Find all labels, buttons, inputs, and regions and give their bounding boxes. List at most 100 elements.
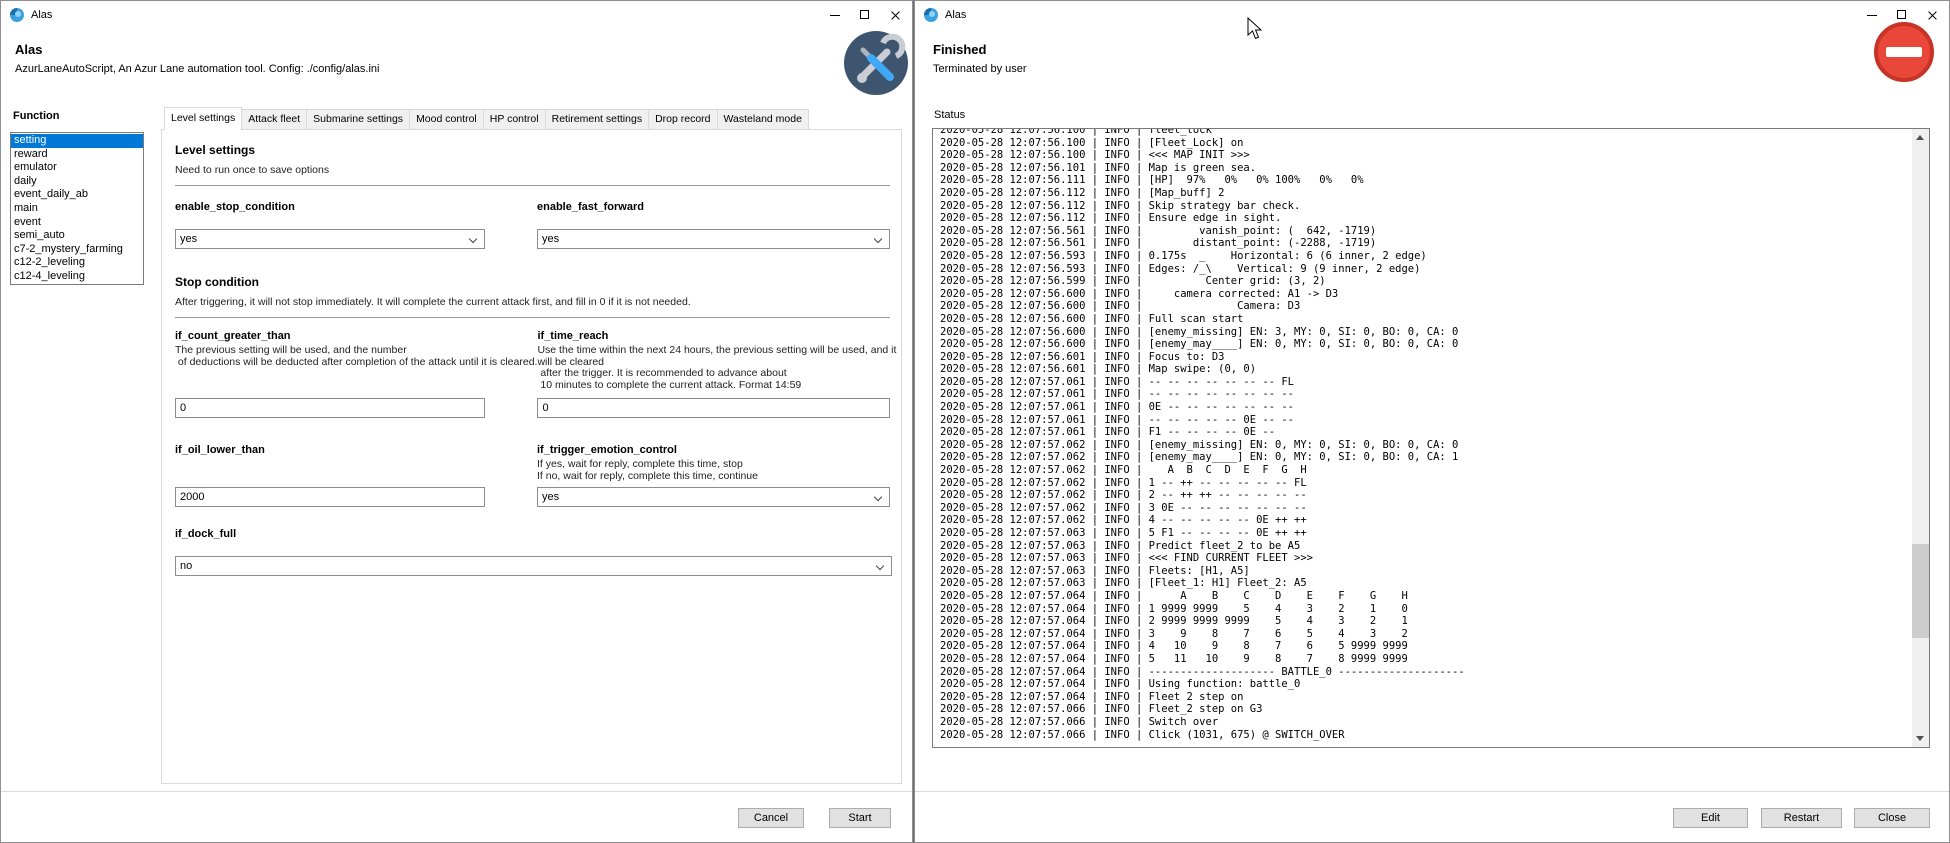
tab[interactable]: Mood control xyxy=(409,109,484,130)
log-box: 2020-05-28 12:07:56.100 | INFO | fleet_l… xyxy=(932,128,1930,748)
function-list-item[interactable]: semi_auto xyxy=(11,229,143,243)
log-line: 2020-05-28 12:07:57.061 | INFO | 0E -- -… xyxy=(940,401,1465,414)
field-label-if-dock-full: if_dock_full xyxy=(175,528,890,540)
log-line: 2020-05-28 12:07:56.100 | INFO | <<< MAP… xyxy=(940,149,1465,162)
log-line: 2020-05-28 12:07:56.100 | INFO | [Fleet_… xyxy=(940,137,1465,150)
start-button[interactable]: Start xyxy=(829,808,891,828)
close-button[interactable] xyxy=(880,1,910,29)
tab[interactable]: Submarine settings xyxy=(306,109,410,130)
log-line: 2020-05-28 12:07:57.066 | INFO | Fleet_2… xyxy=(940,703,1465,716)
cancel-button[interactable]: Cancel xyxy=(738,808,804,828)
log-line: 2020-05-28 12:07:57.061 | INFO | -- -- -… xyxy=(940,376,1465,389)
status-label: Status xyxy=(934,109,965,121)
log-line: 2020-05-28 12:07:57.064 | INFO | A B C D… xyxy=(940,590,1465,603)
titlebar[interactable]: Alas xyxy=(1,1,912,29)
divider xyxy=(175,185,890,186)
enable-stop-condition-select[interactable]: yes xyxy=(175,229,485,249)
field-desc: The previous setting will be used, and t… xyxy=(175,345,537,368)
scrollbar-thumb[interactable] xyxy=(1912,544,1929,638)
tab[interactable]: Wasteland mode xyxy=(717,109,809,130)
log-line: 2020-05-28 12:07:57.064 | INFO | 2 9999 … xyxy=(940,615,1465,628)
log-line: 2020-05-28 12:07:57.063 | INFO | [Fleet_… xyxy=(940,577,1465,590)
function-list-item[interactable]: main xyxy=(11,202,143,216)
window-title: Alas xyxy=(945,9,966,21)
minimize-button[interactable] xyxy=(820,1,850,29)
alas-logo-icon xyxy=(924,8,938,22)
log-line: 2020-05-28 12:07:56.112 | INFO | Ensure … xyxy=(940,212,1465,225)
tab[interactable]: Attack fleet xyxy=(241,109,307,130)
log-line: 2020-05-28 12:07:56.599 | INFO | Center … xyxy=(940,275,1465,288)
log-scrollbar[interactable] xyxy=(1912,129,1929,747)
function-list-item[interactable]: reward xyxy=(11,148,143,162)
field-label-if-oil-lower-than: if_oil_lower_than xyxy=(175,444,537,456)
minimize-icon xyxy=(830,15,840,16)
log-line: 2020-05-28 12:07:57.063 | INFO | Fleets:… xyxy=(940,565,1465,578)
select-value: yes xyxy=(542,233,559,245)
log-line: 2020-05-28 12:07:57.063 | INFO | 5 F1 --… xyxy=(940,527,1465,540)
log-view[interactable]: 2020-05-28 12:07:56.100 | INFO | fleet_l… xyxy=(934,129,1912,746)
if-oil-lower-than-input[interactable] xyxy=(175,487,485,507)
mouse-cursor xyxy=(1247,17,1263,40)
field-desc: If yes, wait for reply, complete this ti… xyxy=(537,459,890,482)
tab[interactable]: HP control xyxy=(483,109,546,130)
tab[interactable]: Drop record xyxy=(648,109,717,130)
log-line: 2020-05-28 12:07:57.063 | INFO | Predict… xyxy=(940,540,1465,553)
log-line: 2020-05-28 12:07:57.064 | INFO | 4 10 9 … xyxy=(940,640,1465,653)
section-title: Level settings xyxy=(175,143,890,157)
edit-button[interactable]: Edit xyxy=(1673,808,1748,828)
field-label-enable-stop-condition: enable_stop_condition xyxy=(175,201,537,213)
function-list-item[interactable]: c7-2_mystery_farming xyxy=(11,243,143,257)
log-line: 2020-05-28 12:07:57.063 | INFO | <<< FIN… xyxy=(940,552,1465,565)
maximize-button[interactable] xyxy=(850,1,880,29)
settings-tabs: Level settingsAttack fleetSubmarine sett… xyxy=(165,107,809,130)
stop-icon xyxy=(1873,21,1935,83)
scroll-up-icon[interactable] xyxy=(1912,129,1929,146)
desktop: Alas Alas AzurLaneAutoScript, An Azur La… xyxy=(0,0,1950,843)
field-label-if-trigger-emotion-control: if_trigger_emotion_control xyxy=(537,444,890,456)
function-list: settingrewardemulatordailyevent_daily_ab… xyxy=(10,132,144,285)
titlebar[interactable]: Alas xyxy=(915,1,1949,29)
if-dock-full-select[interactable]: no xyxy=(175,556,892,576)
log-line: 2020-05-28 12:07:56.593 | INFO | Edges: … xyxy=(940,263,1465,276)
log-line: 2020-05-28 12:07:56.112 | INFO | [Map_bu… xyxy=(940,187,1465,200)
log-output: 2020-05-28 12:07:56.100 | INFO | fleet_l… xyxy=(940,129,1465,741)
log-line: 2020-05-28 12:07:56.561 | INFO | vanish_… xyxy=(940,225,1465,238)
close-session-button[interactable]: Close xyxy=(1854,808,1930,828)
minimize-icon xyxy=(1867,15,1877,16)
log-line: 2020-05-28 12:07:56.600 | INFO | [enemy_… xyxy=(940,326,1465,339)
if-trigger-emotion-control-select[interactable]: yes xyxy=(537,487,890,507)
log-line: 2020-05-28 12:07:56.111 | INFO | [HP] 97… xyxy=(940,174,1465,187)
function-list-item[interactable]: daily xyxy=(11,175,143,189)
function-list-item[interactable]: c12-2_leveling xyxy=(11,256,143,270)
log-line: 2020-05-28 12:07:56.600 | INFO | Camera:… xyxy=(940,300,1465,313)
window-title: Alas xyxy=(31,9,52,21)
tab[interactable]: Retirement settings xyxy=(545,109,649,130)
alas-logo-icon xyxy=(10,8,24,22)
scroll-down-icon[interactable] xyxy=(1912,730,1929,747)
function-list-item[interactable]: event xyxy=(11,216,143,230)
field-label-enable-fast-forward: enable_fast_forward xyxy=(537,201,890,213)
log-line: 2020-05-28 12:07:57.064 | INFO | Using f… xyxy=(940,678,1465,691)
tools-icon xyxy=(843,30,909,96)
enable-fast-forward-select[interactable]: yes xyxy=(537,229,890,249)
status-subtitle: Terminated by user xyxy=(933,63,1027,75)
log-line: 2020-05-28 12:07:56.101 | INFO | Map is … xyxy=(940,162,1465,175)
log-line: 2020-05-28 12:07:57.066 | INFO | Switch … xyxy=(940,716,1465,729)
section-desc: Need to run once to save options xyxy=(175,164,890,176)
log-line: 2020-05-28 12:07:57.061 | INFO | -- -- -… xyxy=(940,414,1465,427)
maximize-icon xyxy=(1897,10,1906,19)
log-line: 2020-05-28 12:07:57.062 | INFO | 2 -- ++… xyxy=(940,489,1465,502)
function-panel-label: Function xyxy=(13,110,59,122)
function-list-item[interactable]: c12-4_leveling xyxy=(11,270,143,284)
select-value: no xyxy=(180,560,192,572)
tab[interactable]: Level settings xyxy=(164,107,242,130)
select-value: yes xyxy=(542,491,559,503)
if-time-reach-input[interactable] xyxy=(537,398,890,418)
function-list-item[interactable]: emulator xyxy=(11,161,143,175)
if-count-greater-than-input[interactable] xyxy=(175,398,485,418)
function-list-item[interactable]: setting xyxy=(11,134,143,148)
function-list-item[interactable]: event_daily_ab xyxy=(11,188,143,202)
alas-config-window: Alas Alas AzurLaneAutoScript, An Azur La… xyxy=(0,0,913,843)
restart-button[interactable]: Restart xyxy=(1761,808,1842,828)
log-line: 2020-05-28 12:07:57.062 | INFO | 4 -- --… xyxy=(940,514,1465,527)
